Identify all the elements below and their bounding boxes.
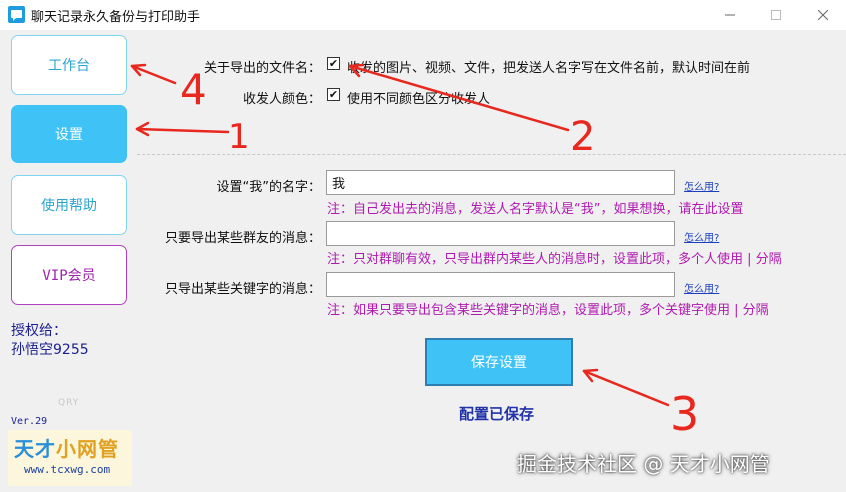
keywords-input[interactable]: [326, 272, 675, 297]
sender-color-checkbox[interactable]: ✔: [327, 88, 340, 101]
my-name-input[interactable]: [326, 170, 675, 195]
minimize-button[interactable]: [707, 0, 753, 30]
app-icon: [8, 6, 25, 23]
site-watermark-title-part1: 天才: [14, 437, 56, 461]
auth-label: 授权给：: [11, 323, 67, 339]
settings-panel: 关于导出的文件名： ✔ 收发的图片、视频、文件，把发送人名字写在文件名前，默认时…: [137, 30, 846, 492]
site-watermark-url: www.tcxwg.com: [24, 463, 111, 476]
sender-color-option: 使用不同颜色区分收发人: [347, 92, 491, 107]
group-members-input[interactable]: [326, 221, 675, 246]
minimize-icon: [725, 14, 735, 16]
community-watermark: 掘金技术社区 @ 天才小网管: [517, 452, 770, 476]
title-bar: 聊天记录永久备份与打印助手: [0, 0, 846, 30]
window-title: 聊天记录永久备份与打印助手: [31, 10, 201, 25]
section-divider: [137, 154, 846, 155]
export-filename-label: 关于导出的文件名：: [203, 61, 321, 76]
keywords-help-link[interactable]: 怎么用?: [684, 280, 719, 295]
export-filename-checkbox[interactable]: ✔: [327, 57, 340, 70]
sidebar-item-help[interactable]: 使用帮助: [11, 175, 127, 235]
auth-user: 孙悟空9255: [11, 342, 89, 358]
sidebar-item-vip[interactable]: VIP会员: [11, 245, 127, 305]
export-filename-option: 收发的图片、视频、文件，把发送人名字写在文件名前，默认时间在前: [347, 61, 751, 76]
site-watermark-title: 天才小网管: [14, 433, 119, 462]
saved-status: 配置已保存: [459, 405, 535, 423]
sidebar-item-settings[interactable]: 设置: [11, 105, 127, 163]
sender-color-label: 收发人颜色：: [242, 92, 321, 107]
keywords-note: 注：如果只要导出包含某些关键字的消息，设置此项，多个关键字使用 | 分隔: [327, 303, 769, 318]
keywords-label: 只导出某些关键字的消息：: [164, 282, 321, 297]
maximize-icon: [771, 10, 781, 20]
sidebar: 工作台 设置 使用帮助 VIP会员 授权给： 孙悟空9255 QRY Ver.2…: [0, 30, 137, 492]
close-icon: [818, 10, 828, 20]
my-name-label: 设置“我”的名字：: [216, 180, 321, 195]
my-name-help-link[interactable]: 怎么用?: [684, 178, 719, 193]
check-icon: ✔: [328, 57, 339, 70]
site-watermark: 天才小网管 www.tcxwg.com: [8, 430, 132, 486]
maximize-button[interactable]: [753, 0, 799, 30]
site-watermark-title-part2: 小网管: [56, 437, 119, 461]
save-settings-button[interactable]: 保存设置: [425, 338, 573, 386]
group-members-note: 注：只对群聊有效，只导出群内某些人的消息时，设置此项，多个人使用 | 分隔: [327, 252, 782, 267]
group-members-help-link[interactable]: 怎么用?: [684, 229, 719, 244]
check-icon: ✔: [328, 88, 339, 101]
sidebar-item-workbench[interactable]: 工作台: [11, 35, 127, 95]
group-members-label: 只要导出某些群友的消息：: [164, 231, 321, 246]
faint-text: QRY: [58, 398, 80, 408]
version-label: Ver.29: [11, 416, 48, 427]
close-button[interactable]: [800, 0, 846, 30]
my-name-note: 注：自己发出去的消息，发送人名字默认是“我”，如果想换，请在此设置: [327, 202, 744, 217]
